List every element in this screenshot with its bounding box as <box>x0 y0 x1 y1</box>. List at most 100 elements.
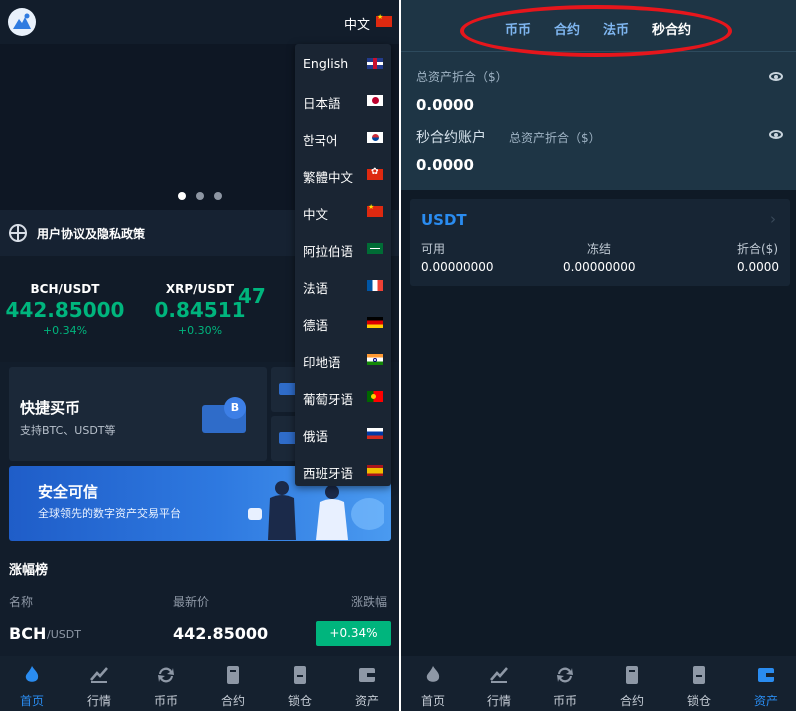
language-option-french[interactable]: 法语 <box>295 267 391 304</box>
ticker-item[interactable]: 47 <box>238 282 298 310</box>
nav-market[interactable]: 行情 <box>469 656 529 711</box>
nav-lock[interactable]: 锁仓 <box>669 656 729 711</box>
ranking-quote: /USDT <box>47 628 81 641</box>
nav-home[interactable]: 首页 <box>403 656 463 711</box>
ranking-price: 442.85000 <box>173 624 269 643</box>
security-title: 安全可信 <box>38 483 99 501</box>
eye-icon[interactable] <box>769 130 783 139</box>
korea-flag-icon <box>367 132 383 143</box>
ranking-header-change: 涨跌幅 <box>351 595 388 609</box>
quick-buy-card[interactable]: 快捷买币 支持BTC、USDT等 B <box>9 367 267 461</box>
second-contract-subtitle: 总资产折合（$） <box>509 131 601 145</box>
nav-exchange[interactable]: 币币 <box>136 656 196 711</box>
market-icon <box>90 667 108 683</box>
hongkong-flag-icon <box>367 167 383 180</box>
converted-label: 折合($) <box>737 242 778 256</box>
assets-screen: 币币 合约 法币 秒合约 总资产折合（$） 0.0000 秒合约账户 总资产折合… <box>401 0 796 711</box>
language-option-arabic[interactable]: 阿拉伯语 <box>295 230 391 267</box>
contract-icon <box>227 666 239 684</box>
nav-assets[interactable]: 资产 <box>736 656 796 711</box>
bank-card-icon: B <box>202 397 248 433</box>
security-subtitle: 全球领先的数字资产交易平台 <box>38 507 181 520</box>
nav-market[interactable]: 行情 <box>69 656 129 711</box>
notice-text: 用户协议及隐私政策 <box>37 227 146 241</box>
nav-contract[interactable]: 合约 <box>602 656 662 711</box>
logo-icon <box>13 13 31 29</box>
bottom-nav: 首页 行情 币币 合约 锁仓 资产 <box>401 656 796 711</box>
language-option-english[interactable]: English <box>295 45 391 82</box>
carousel-dot[interactable] <box>214 192 222 200</box>
language-option-traditional-chinese[interactable]: 繁體中文 <box>295 156 391 193</box>
second-contract-title: 秒合约账户 <box>416 130 486 146</box>
ticker-change: +0.34% <box>42 324 88 337</box>
carousel-dot[interactable] <box>196 192 204 200</box>
language-option-hindi[interactable]: 印地语 <box>295 341 391 378</box>
spain-flag-icon <box>367 465 383 476</box>
germany-flag-icon <box>367 317 383 328</box>
language-option-chinese[interactable]: 中文 <box>295 193 391 230</box>
exchange-icon <box>557 667 573 683</box>
contract-icon <box>626 666 638 684</box>
france-flag-icon <box>367 280 383 291</box>
usdt-asset-card[interactable]: USDT › 可用 冻结 折合($) 0.00000000 0.00000000… <box>410 199 790 286</box>
frozen-value: 0.00000000 <box>563 260 636 274</box>
nav-home[interactable]: 首页 <box>2 656 62 711</box>
uk-flag-icon <box>367 58 383 69</box>
india-flag-icon <box>367 354 383 365</box>
ranking-symbol: BCH <box>9 624 47 643</box>
highlight-annotation <box>460 5 732 57</box>
quick-buy-subtitle: 支持BTC、USDT等 <box>20 424 116 437</box>
converted-value: 0.0000 <box>737 260 779 274</box>
language-option-spanish[interactable]: 西班牙语 <box>295 452 391 489</box>
nav-exchange[interactable]: 币币 <box>535 656 595 711</box>
wallet-icon <box>359 668 375 682</box>
globe-icon <box>9 224 27 242</box>
quick-buy-title: 快捷买币 <box>20 399 81 417</box>
home-flame-icon <box>426 666 440 682</box>
exchange-icon <box>158 667 174 683</box>
language-option-russian[interactable]: 俄语 <box>295 415 391 452</box>
language-dropdown: English 日本語 한국어 繁體中文 中文 阿拉伯语 法语 德语 <box>295 44 391 486</box>
nav-lock[interactable]: 锁仓 <box>270 656 330 711</box>
nav-assets[interactable]: 资产 <box>337 656 397 711</box>
language-option-korean[interactable]: 한국어 <box>295 119 391 156</box>
ticker-change: +0.30% <box>177 324 223 337</box>
available-label: 可用 <box>421 242 446 256</box>
home-screen: 中文 用户协议及隐私政策 BCH/USDT 442.85000 +0.34% X… <box>0 0 399 711</box>
ticker-price: 47 <box>238 284 266 308</box>
wallet-icon <box>758 668 774 682</box>
ticker-price: 442.85000 <box>5 298 125 322</box>
top-bar: 中文 <box>0 0 399 44</box>
assets-summary: 币币 合约 法币 秒合约 总资产折合（$） 0.0000 秒合约账户 总资产折合… <box>401 0 796 190</box>
available-value: 0.00000000 <box>421 260 494 274</box>
total-assets-label: 总资产折合（$） <box>416 70 508 84</box>
lock-icon <box>693 666 705 684</box>
lock-icon <box>294 666 306 684</box>
carousel-dot[interactable] <box>178 192 186 200</box>
app-logo[interactable] <box>8 8 36 36</box>
market-icon <box>490 667 508 683</box>
language-option-japanese[interactable]: 日本語 <box>295 82 391 119</box>
china-flag-icon <box>376 13 392 27</box>
eye-icon[interactable] <box>769 72 783 81</box>
saudi-flag-icon <box>367 243 383 254</box>
ranking-change-badge[interactable]: +0.34% <box>316 621 391 646</box>
total-assets-value: 0.0000 <box>416 96 474 114</box>
account-tabs: 币币 合约 法币 秒合约 <box>401 0 796 57</box>
ranking-header-name: 名称 <box>9 595 34 609</box>
asset-symbol: USDT <box>421 211 467 229</box>
home-flame-icon <box>25 666 39 682</box>
language-switcher[interactable]: 中文 <box>344 14 370 33</box>
language-option-german[interactable]: 德语 <box>295 304 391 341</box>
ticker-pair: BCH/USDT <box>30 282 100 296</box>
nav-contract[interactable]: 合约 <box>203 656 263 711</box>
japan-flag-icon <box>367 95 383 106</box>
ticker-item[interactable]: BCH/USDT 442.85000 +0.34% <box>0 282 130 337</box>
language-option-portuguese[interactable]: 葡萄牙语 <box>295 378 391 415</box>
frozen-label: 冻结 <box>587 242 612 256</box>
russia-flag-icon <box>367 428 383 439</box>
portugal-flag-icon <box>367 391 383 402</box>
bottom-nav: 首页 行情 币币 合约 锁仓 资产 <box>0 656 399 711</box>
ranking-header-price: 最新价 <box>173 595 210 609</box>
china-flag-icon <box>367 203 383 217</box>
